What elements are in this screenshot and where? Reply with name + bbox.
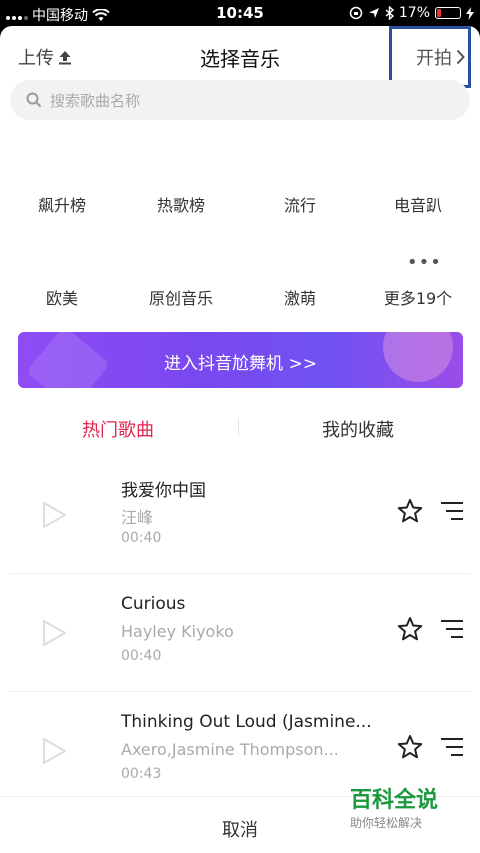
category-cute[interactable]: 激萌 xyxy=(240,285,360,309)
category-original[interactable]: 原创音乐 xyxy=(121,285,241,309)
banner-label: 进入抖音尬舞机 >> xyxy=(164,354,317,374)
song-title: 我爱你中国 xyxy=(121,481,206,501)
status-bar: 中国移动 10:45 17% xyxy=(0,0,480,26)
status-right: 17% xyxy=(349,5,474,21)
search-input[interactable]: 搜索歌曲名称 xyxy=(10,80,470,120)
favorite-star-icon[interactable] xyxy=(397,498,423,524)
song-duration: 00:40 xyxy=(121,648,162,664)
search-icon xyxy=(26,92,42,108)
song-artist: 汪峰 xyxy=(121,508,154,527)
dance-machine-banner[interactable]: 进入抖音尬舞机 >> xyxy=(18,332,463,388)
category-more[interactable]: 更多19个 xyxy=(358,285,478,309)
song-row[interactable]: 我爱你中国 汪峰 00:40 xyxy=(0,456,480,574)
battery-icon xyxy=(435,7,461,19)
category-hot[interactable]: 热歌榜 xyxy=(121,192,241,216)
watermark-sub: 助你轻松解决 xyxy=(350,816,423,830)
favorite-star-icon[interactable] xyxy=(397,734,423,760)
bluetooth-icon xyxy=(385,6,394,20)
lyrics-menu-icon[interactable] xyxy=(440,500,464,522)
song-title: Thinking Out Loud (Jasmine... xyxy=(121,712,372,732)
lyrics-menu-icon[interactable] xyxy=(440,618,464,640)
category-western[interactable]: 欧美 xyxy=(2,285,122,309)
highlight-box xyxy=(389,26,471,88)
song-duration: 00:40 xyxy=(121,530,162,546)
tab-hot-songs[interactable]: 热门歌曲 xyxy=(82,416,154,442)
song-title: Curious xyxy=(121,594,186,614)
favorite-star-icon[interactable] xyxy=(397,616,423,642)
song-tabs: 热门歌曲 我的收藏 xyxy=(0,410,480,444)
watermark-logo: 百科全说 助你轻松解决 xyxy=(350,782,460,830)
watermark-main: 百科全说 xyxy=(350,788,439,813)
category-pop[interactable]: 流行 xyxy=(240,192,360,216)
location-icon xyxy=(368,8,379,18)
category-electronic[interactable]: 电音趴 xyxy=(358,192,478,216)
charging-icon xyxy=(466,6,474,20)
search-placeholder: 搜索歌曲名称 xyxy=(50,91,141,110)
music-picker-sheet: 上传 选择音乐 开拍 搜索歌曲名称 飙升榜 热歌榜 流行 电音趴 欧美 原创音乐… xyxy=(0,26,480,853)
song-artist: Axero,Jasmine Thompson... xyxy=(121,740,339,759)
battery-percent: 17% xyxy=(398,5,430,21)
battery-fill xyxy=(437,9,441,17)
song-row[interactable]: Curious Hayley Kiyoko 00:40 xyxy=(0,574,480,692)
rotation-lock-icon xyxy=(349,6,363,20)
play-icon[interactable] xyxy=(40,619,68,647)
tab-favorites[interactable]: 我的收藏 xyxy=(322,416,394,442)
play-icon[interactable] xyxy=(40,737,68,765)
play-icon[interactable] xyxy=(40,501,68,529)
lyrics-menu-icon[interactable] xyxy=(440,736,464,758)
song-duration: 00:43 xyxy=(121,766,162,782)
song-artist: Hayley Kiyoko xyxy=(121,622,234,641)
tab-divider xyxy=(238,418,239,436)
more-dots-icon: ••• xyxy=(407,252,442,273)
category-rising[interactable]: 飙升榜 xyxy=(2,192,122,216)
